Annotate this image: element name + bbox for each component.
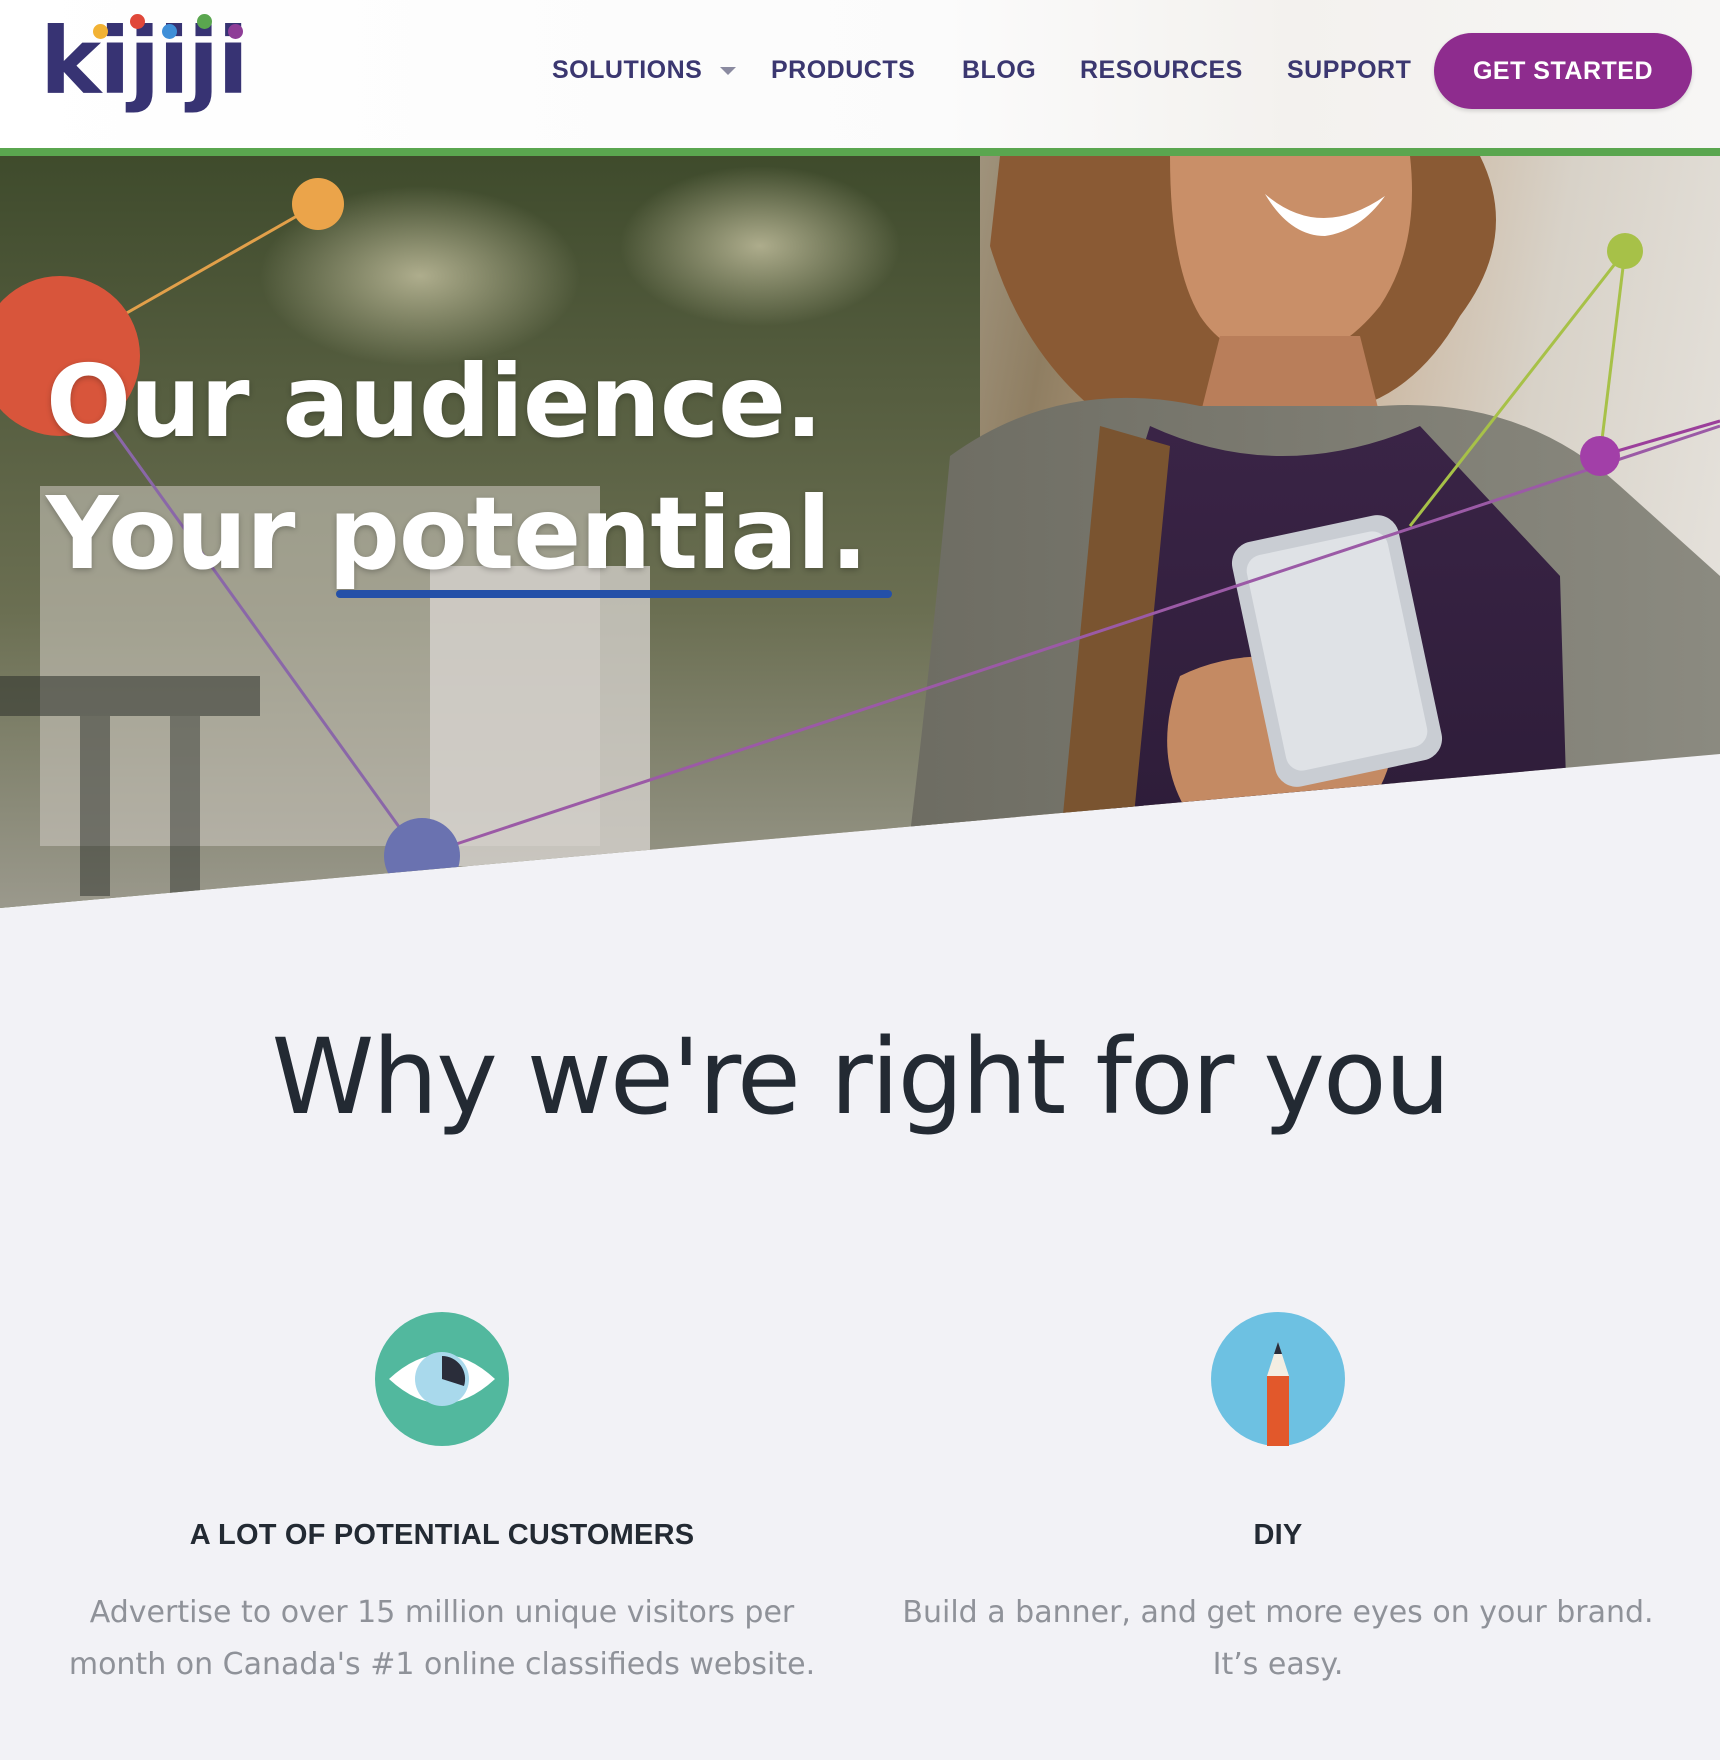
logo-dot-green <box>197 14 212 29</box>
nav-blog[interactable]: BLOG <box>962 50 1036 90</box>
eye-chart-icon <box>375 1312 509 1446</box>
bokeh-light <box>620 166 900 326</box>
feature-description: Advertise to over 15 million unique visi… <box>62 1587 822 1691</box>
blurred-building <box>430 566 650 866</box>
blurred-railing <box>80 716 110 896</box>
feature-desc-line: Advertise to over 15 million unique visi… <box>89 1594 795 1630</box>
feature-description: Build a banner, and get more eyes on you… <box>898 1587 1658 1691</box>
feature-desc-line: It’s easy. <box>1212 1646 1344 1682</box>
network-line <box>1598 250 1627 457</box>
pencil-body <box>1267 1376 1289 1446</box>
page: kijiji SOLUTIONS PRODUCTS BLOG RESOURCES… <box>0 0 1720 1760</box>
feature-desc-line: month on Canada's #1 online classifieds … <box>68 1646 816 1682</box>
logo-dot-purple <box>228 24 243 39</box>
hero-headline-line2: Your potential. <box>46 475 868 592</box>
nav-solutions[interactable]: SOLUTIONS <box>552 50 702 90</box>
blurred-railing <box>0 676 260 716</box>
get-started-button[interactable]: GET STARTED <box>1434 33 1692 109</box>
logo-dot-yellow <box>93 24 108 39</box>
feature-desc-line: Build a banner, and get more eyes on you… <box>902 1594 1654 1630</box>
logo-dot-red <box>130 14 145 29</box>
chevron-down-icon[interactable] <box>720 67 736 75</box>
logo-wordmark: kijiji <box>40 8 249 115</box>
nav-solutions-label: SOLUTIONS <box>552 56 703 84</box>
hero-headline-line1: Our audience. <box>46 343 823 460</box>
blurred-railing <box>170 716 200 896</box>
network-node-green <box>1607 233 1643 269</box>
network-node-blue <box>384 818 460 894</box>
woman-neck <box>1200 336 1380 416</box>
nav-resources[interactable]: RESOURCES <box>1080 50 1243 90</box>
feature-title: DIY <box>1253 1519 1303 1551</box>
nav-products[interactable]: PRODUCTS <box>771 50 915 90</box>
network-node-orange <box>292 178 344 230</box>
feature-diy: DIY Build a banner, and get more eyes on… <box>898 1312 1658 1691</box>
nav-support[interactable]: SUPPORT <box>1287 50 1411 90</box>
logo-dot-blue <box>162 24 177 39</box>
header-divider <box>0 148 1720 156</box>
pencil-icon <box>1211 1312 1345 1446</box>
section-title: Why we're right for you <box>271 1016 1450 1138</box>
kijiji-logo[interactable]: kijiji <box>40 10 250 130</box>
feature-title: A LOT OF POTENTIAL CUSTOMERS <box>189 1519 695 1551</box>
site-header: kijiji SOLUTIONS PRODUCTS BLOG RESOURCES… <box>0 0 1720 150</box>
feature-potential-customers: A LOT OF POTENTIAL CUSTOMERS Advertise t… <box>62 1312 822 1691</box>
potential-underline <box>336 590 892 598</box>
network-node-purple <box>1580 436 1620 476</box>
